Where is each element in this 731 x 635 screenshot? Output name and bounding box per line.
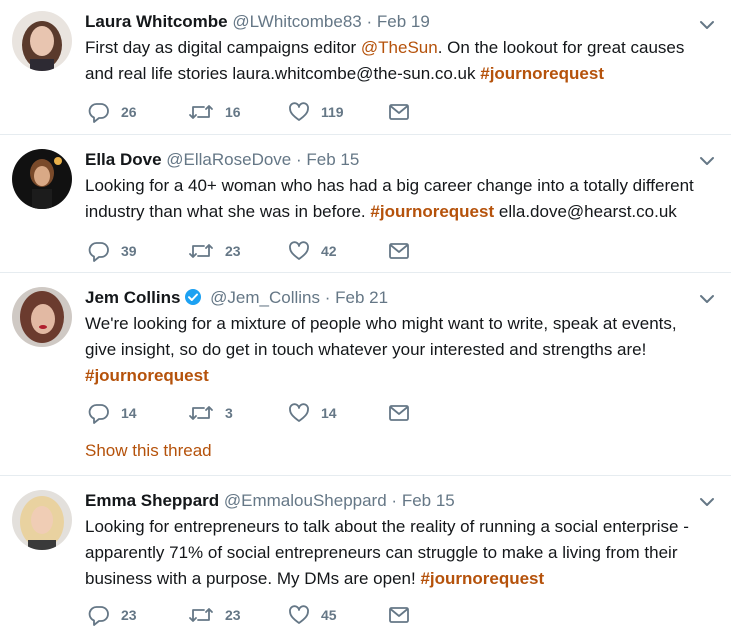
verified-badge-icon — [185, 289, 202, 305]
retweet-button[interactable]: 23 — [188, 240, 241, 262]
direct-message-button[interactable] — [388, 240, 410, 262]
heart-icon — [289, 403, 309, 422]
separator: · — [324, 288, 331, 307]
like-count: 42 — [321, 243, 337, 259]
avatar-image — [12, 287, 72, 347]
show-thread-link[interactable]: Show this thread — [85, 441, 212, 461]
author-name[interactable]: Jem Collins — [85, 288, 180, 307]
author-name[interactable]: Laura Whitcombe — [85, 12, 228, 31]
heart-icon — [289, 102, 309, 121]
like-count: 45 — [321, 607, 337, 623]
avatar[interactable] — [12, 149, 72, 209]
reply-button[interactable]: 14 — [88, 402, 137, 424]
author-handle[interactable]: @EmmalouSheppard — [224, 491, 387, 510]
mention-link[interactable]: @TheSun — [361, 38, 438, 57]
like-button[interactable]: 119 — [288, 101, 344, 123]
tweet-date[interactable]: Feb 21 — [335, 288, 388, 307]
envelope-icon — [389, 405, 409, 421]
retweet-count: 23 — [225, 607, 241, 623]
tweet-text-part: We're looking for a mixture of people wh… — [85, 314, 677, 359]
avatar-image — [12, 490, 72, 550]
tweet-header: Emma Sheppard @EmmalouSheppard · Feb 15 — [85, 490, 455, 512]
tweet-date[interactable]: Feb 15 — [402, 491, 455, 510]
author-handle[interactable]: @Jem_Collins — [210, 288, 320, 307]
heart-icon — [289, 605, 309, 624]
hashtag-link[interactable]: #journorequest — [370, 202, 494, 221]
avatar[interactable] — [12, 287, 72, 347]
tweet-text: We're looking for a mixture of people wh… — [85, 311, 725, 389]
tweet-text: Looking for a 40+ woman who has had a bi… — [85, 173, 725, 225]
retweet-icon — [189, 406, 213, 420]
tweet-text-part: First day as digital campaigns editor — [85, 38, 361, 57]
direct-message-button[interactable] — [388, 604, 410, 626]
avatar-image — [12, 11, 72, 71]
reply-icon — [88, 103, 109, 123]
envelope-icon — [389, 104, 409, 120]
separator: · — [366, 12, 373, 31]
author-handle[interactable]: @LWhitcombe83 — [232, 12, 361, 31]
hashtag-link[interactable]: #journorequest — [420, 569, 544, 588]
hashtag-link[interactable]: #journorequest — [85, 366, 209, 385]
tweet[interactable]: Laura Whitcombe @LWhitcombe83 · Feb 19 F… — [0, 0, 731, 135]
tweet[interactable]: Emma Sheppard @EmmalouSheppard · Feb 15 … — [0, 475, 731, 635]
tweet-header: Ella Dove @EllaRoseDove · Feb 15 — [85, 149, 359, 171]
reply-count: 26 — [121, 104, 137, 120]
author-name[interactable]: Emma Sheppard — [85, 491, 219, 510]
reply-count: 14 — [121, 405, 137, 421]
reply-button[interactable]: 26 — [88, 101, 137, 123]
tweet-header: Jem Collins @Jem_Collins · Feb 21 — [85, 287, 388, 309]
like-button[interactable]: 45 — [288, 604, 337, 626]
reply-button[interactable]: 39 — [88, 240, 137, 262]
hashtag-link[interactable]: #journorequest — [480, 64, 604, 83]
tweet-date[interactable]: Feb 19 — [377, 12, 430, 31]
heart-icon — [289, 241, 309, 260]
retweet-icon — [189, 244, 213, 258]
reply-count: 39 — [121, 243, 137, 259]
chevron-down-icon[interactable] — [698, 493, 716, 511]
tweet[interactable]: Ella Dove @EllaRoseDove · Feb 15 Looking… — [0, 134, 731, 273]
avatar[interactable] — [12, 490, 72, 550]
reply-icon — [88, 242, 109, 262]
tweet[interactable]: Jem Collins @Jem_Collins · Feb 21 We're … — [0, 272, 731, 476]
avatar-image — [12, 149, 72, 209]
envelope-icon — [389, 243, 409, 259]
chevron-down-icon[interactable] — [698, 152, 716, 170]
retweet-icon — [189, 608, 213, 622]
tweet-date[interactable]: Feb 15 — [306, 150, 359, 169]
direct-message-button[interactable] — [388, 402, 410, 424]
direct-message-button[interactable] — [388, 101, 410, 123]
like-button[interactable]: 14 — [288, 402, 337, 424]
tweet-text-part: Looking for entrepreneurs to talk about … — [85, 517, 689, 588]
reply-button[interactable]: 23 — [88, 604, 137, 626]
tweet-text: Looking for entrepreneurs to talk about … — [85, 514, 725, 592]
retweet-count: 23 — [225, 243, 241, 259]
reply-icon — [88, 404, 109, 424]
reply-count: 23 — [121, 607, 137, 623]
retweet-count: 3 — [225, 405, 233, 421]
like-button[interactable]: 42 — [288, 240, 337, 262]
envelope-icon — [389, 607, 409, 623]
retweet-button[interactable]: 16 — [188, 101, 241, 123]
separator: · — [296, 150, 302, 169]
author-name[interactable]: Ella Dove — [85, 150, 162, 169]
tweet-text-part: ella.dove@hearst.co.uk — [494, 202, 677, 221]
retweet-count: 16 — [225, 104, 241, 120]
retweet-button[interactable]: 23 — [188, 604, 241, 626]
chevron-down-icon[interactable] — [698, 290, 716, 308]
separator: · — [391, 491, 398, 510]
like-count: 14 — [321, 405, 337, 421]
retweet-icon — [189, 105, 213, 119]
author-handle[interactable]: @EllaRoseDove — [166, 150, 291, 169]
tweet-header: Laura Whitcombe @LWhitcombe83 · Feb 19 — [85, 11, 430, 33]
reply-icon — [88, 606, 109, 626]
tweet-text: First day as digital campaigns editor @T… — [85, 35, 725, 87]
avatar[interactable] — [12, 11, 72, 71]
chevron-down-icon[interactable] — [698, 16, 716, 34]
retweet-button[interactable]: 3 — [188, 402, 233, 424]
like-count: 119 — [321, 104, 344, 120]
